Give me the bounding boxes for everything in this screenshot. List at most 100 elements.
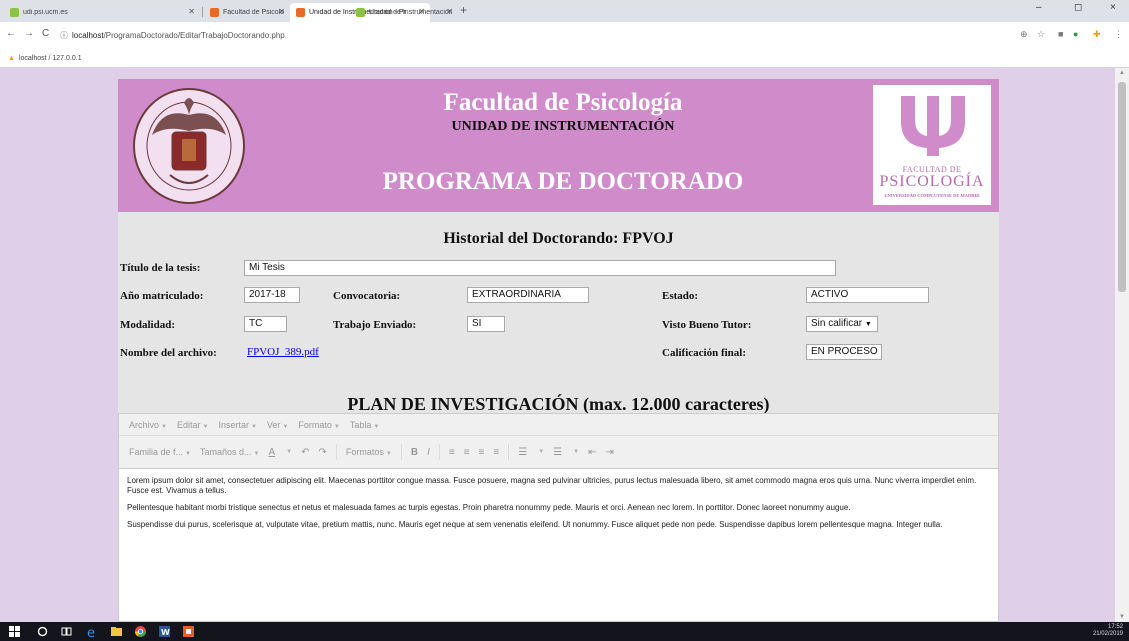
close-icon[interactable]: ✕ xyxy=(278,7,285,16)
browser-tab-4-body[interactable]: Unidad de Instrumentación - Pr ✕ xyxy=(350,3,458,22)
logo-text-line3: UNIVERSIDAD COMPLUTENSE DE MADRID xyxy=(884,193,980,198)
edge-icon[interactable]: e xyxy=(86,625,99,638)
site-favicon-icon xyxy=(356,8,365,17)
new-tab-button[interactable]: + xyxy=(460,3,467,17)
font-family-select[interactable]: Familia de f... ▼ xyxy=(129,447,191,457)
clock-time: 17:52 xyxy=(1107,624,1123,630)
plan-heading: PLAN DE INVESTIGACIÓN (max. 12.000 carac… xyxy=(347,394,770,414)
modalidad-label: Modalidad: xyxy=(120,319,176,331)
tab-title: Facultad de Psicología. Intranet xyxy=(223,9,284,16)
menu-archivo[interactable]: Archivo ▼ xyxy=(129,420,167,430)
minimize-button[interactable]: – xyxy=(1036,2,1042,13)
menu-tabla[interactable]: Tabla ▼ xyxy=(350,420,379,430)
task-view-icon[interactable] xyxy=(60,625,73,638)
svg-text:e: e xyxy=(87,626,95,638)
menu-ver[interactable]: Ver ▼ xyxy=(267,420,288,430)
program-title: PROGRAMA DE DOCTORADO xyxy=(382,168,744,195)
titulo-field[interactable]: Mi Tesis xyxy=(244,260,836,276)
formats-select[interactable]: Formatos ▼ xyxy=(346,447,392,457)
visto-label: Visto Bueno Tutor: xyxy=(662,319,752,331)
tab-title: udi.psi.ucm.es xyxy=(23,9,68,16)
faculty-title: Facultad de Psicología xyxy=(443,89,683,116)
calificacion-label: Calificación final: xyxy=(662,347,747,359)
text-color-icon[interactable]: A xyxy=(268,447,275,458)
university-seal-icon xyxy=(133,88,245,204)
forward-icon[interactable]: → xyxy=(24,28,34,39)
psi-logo-icon xyxy=(901,96,965,156)
menu-formato[interactable]: Formato ▼ xyxy=(298,420,339,430)
clock-date: 21/02/2019 xyxy=(1092,631,1123,637)
chrome-icon[interactable] xyxy=(134,625,147,638)
paragraph-1: Lorem ipsum dolor sit amet, consectetuer… xyxy=(127,476,977,495)
close-icon[interactable]: ✕ xyxy=(188,7,195,16)
enviado-label: Trabajo Enviado: xyxy=(333,319,417,331)
anio-field[interactable]: 2017-18 xyxy=(244,287,300,303)
bullet-list-icon[interactable]: ☰ xyxy=(518,447,527,458)
star-icon[interactable]: ☆ xyxy=(1037,29,1045,40)
convocatoria-field[interactable]: EXTRAORDINARIA xyxy=(467,287,589,303)
visto-select-value: Sin calificar xyxy=(811,318,863,329)
align-justify-icon[interactable]: ≡ xyxy=(493,447,499,458)
menu-insertar[interactable]: Insertar ▼ xyxy=(218,420,256,430)
page-scrollbar[interactable]: ▲ ▼ xyxy=(1115,68,1129,622)
tab-title: Unidad de Instrumentación - Pr xyxy=(369,9,452,16)
align-right-icon[interactable]: ≡ xyxy=(479,447,485,458)
windows-start-icon[interactable] xyxy=(8,625,21,638)
editor-menubar: Archivo ▼ Editar ▼ Insertar ▼ Ver ▼ Formato ▼… xyxy=(119,414,998,436)
reload-icon[interactable]: C xyxy=(42,28,49,39)
extension-orange-icon[interactable]: ✚ xyxy=(1093,29,1101,40)
anio-label: Año matriculado: xyxy=(120,290,204,302)
maximize-button[interactable]: ◻ xyxy=(1074,2,1082,13)
svg-text:W: W xyxy=(161,628,170,637)
bookmark-item[interactable]: localhost / 127.0.0.1 xyxy=(19,55,82,62)
scrollbar-thumb[interactable] xyxy=(1118,82,1126,292)
close-icon[interactable]: ✕ xyxy=(446,7,453,16)
archivo-label: Nombre del archivo: xyxy=(120,347,217,359)
align-center-icon[interactable]: ≡ xyxy=(464,447,470,458)
font-size-select[interactable]: Tamaños d... ▼ xyxy=(200,447,259,457)
calificacion-field[interactable]: EN PROCESO xyxy=(806,344,882,360)
browser-tab-2[interactable]: Facultad de Psicología. Intranet ✕ xyxy=(204,3,290,22)
paragraph-3: Suspendisse dui purus, scelerisque at, v… xyxy=(127,520,943,529)
url-host: localhost xyxy=(72,30,104,40)
word-icon[interactable]: W xyxy=(158,625,171,638)
italic-icon[interactable]: I xyxy=(427,447,430,458)
zoom-icon[interactable]: ⊕ xyxy=(1020,29,1028,40)
indent-icon[interactable]: ⇥ xyxy=(605,447,613,458)
paragraph-2: Pellentesque habitant morbi tristique se… xyxy=(127,503,851,512)
bold-icon[interactable]: B xyxy=(411,447,418,458)
archivo-link[interactable]: FPVOJ_389.pdf xyxy=(247,346,319,358)
bookmark-icon: ▲ xyxy=(8,55,15,62)
redo-icon[interactable]: ↷ xyxy=(318,447,326,458)
url-field[interactable]: ⓘ localhost/ProgramaDoctorado/EditarTrab… xyxy=(60,27,285,43)
browser-tab-1[interactable]: udi.psi.ucm.es ✕ xyxy=(4,3,200,22)
system-clock[interactable]: 17:52 21/02/2019 xyxy=(1093,624,1123,638)
enviado-field[interactable]: SI xyxy=(467,316,505,332)
numbered-list-icon[interactable]: ☰ xyxy=(553,447,562,458)
menu-icon[interactable]: ⋮ xyxy=(1114,29,1123,40)
menu-editar[interactable]: Editar ▼ xyxy=(177,420,208,430)
align-left-icon[interactable]: ≡ xyxy=(449,447,455,458)
back-icon[interactable]: ← xyxy=(6,28,16,39)
modalidad-field[interactable]: TC xyxy=(244,316,287,332)
scroll-down-icon[interactable]: ▼ xyxy=(1119,614,1125,620)
editor-content[interactable]: Lorem ipsum dolor sit amet, consectetuer… xyxy=(127,476,987,537)
search-icon[interactable] xyxy=(36,625,49,638)
convocatoria-label: Convocatoria: xyxy=(333,290,401,302)
undo-icon[interactable]: ↶ xyxy=(301,447,309,458)
outdent-icon[interactable]: ⇤ xyxy=(588,447,596,458)
logo-text-line2: PSICOLOGÍA xyxy=(879,173,985,190)
info-icon[interactable]: ⓘ xyxy=(60,30,68,41)
visto-select[interactable]: Sin calificar ▼ xyxy=(806,316,878,332)
file-explorer-icon[interactable] xyxy=(110,625,123,638)
scroll-up-icon[interactable]: ▲ xyxy=(1119,70,1125,76)
browser-tab-bar: udi.psi.ucm.es ✕ Facultad de Psicología.… xyxy=(0,0,1129,22)
url-path: /ProgramaDoctorado/EditarTrabajoDoctoran… xyxy=(103,30,285,40)
page-content: Facultad de Psicología UNIDAD DE INSTRUM… xyxy=(118,79,999,622)
extension-green-icon[interactable]: ● xyxy=(1073,29,1078,39)
estado-field[interactable]: ACTIVO xyxy=(806,287,929,303)
rich-text-editor: Archivo ▼ Editar ▼ Insertar ▼ Ver ▼ Formato ▼… xyxy=(118,413,999,622)
extension-icon[interactable]: ■ xyxy=(1058,29,1063,39)
office-app-icon[interactable] xyxy=(182,625,195,638)
close-window-button[interactable]: × xyxy=(1110,2,1116,13)
